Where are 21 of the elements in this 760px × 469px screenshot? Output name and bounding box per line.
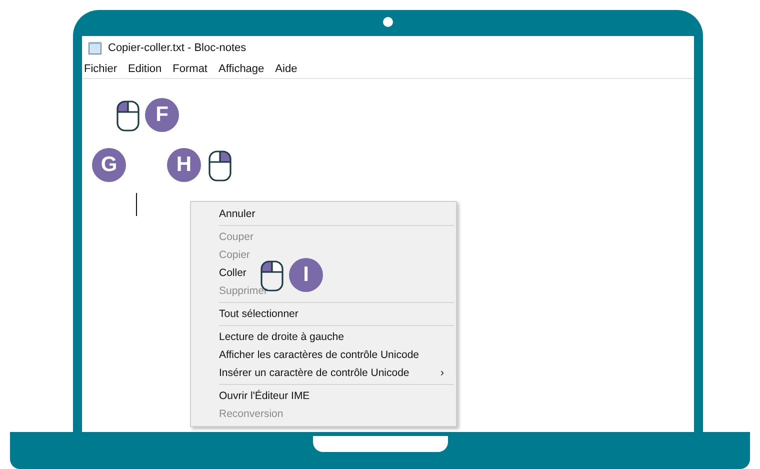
step-badge: G <box>92 148 126 182</box>
menu-item[interactable]: Fichier <box>84 63 118 75</box>
mouse-icon <box>116 100 140 132</box>
menu-item[interactable]: Afficher les caractères de contrôle Unicode <box>191 346 431 364</box>
text-cursor <box>136 193 137 216</box>
menu-item[interactable]: Insérer un caractère de contrôle Unicode › <box>191 364 456 382</box>
menu-item[interactable]: Coller <box>191 264 258 282</box>
menu-item[interactable]: Edition <box>128 63 162 75</box>
menu-item[interactable]: Ouvrir l'Éditeur IME <box>191 387 322 405</box>
window-title: Copier-coller.txt - Bloc-notes <box>108 42 246 54</box>
menu-item[interactable]: Format <box>172 63 208 75</box>
menu-item[interactable]: Lecture de droite à gauche <box>191 328 356 346</box>
menu-item[interactable]: Tout sélectionner <box>191 305 310 323</box>
menu-item[interactable]: Affichage <box>218 63 264 75</box>
camera-icon <box>383 17 393 27</box>
menu-item[interactable]: Annuler <box>191 205 268 223</box>
mouse-icon <box>208 150 232 182</box>
step-badge: H <box>167 148 201 182</box>
step-badge: F <box>145 98 179 132</box>
notepad-icon <box>88 41 102 55</box>
menu-item[interactable]: Aide <box>275 63 298 75</box>
